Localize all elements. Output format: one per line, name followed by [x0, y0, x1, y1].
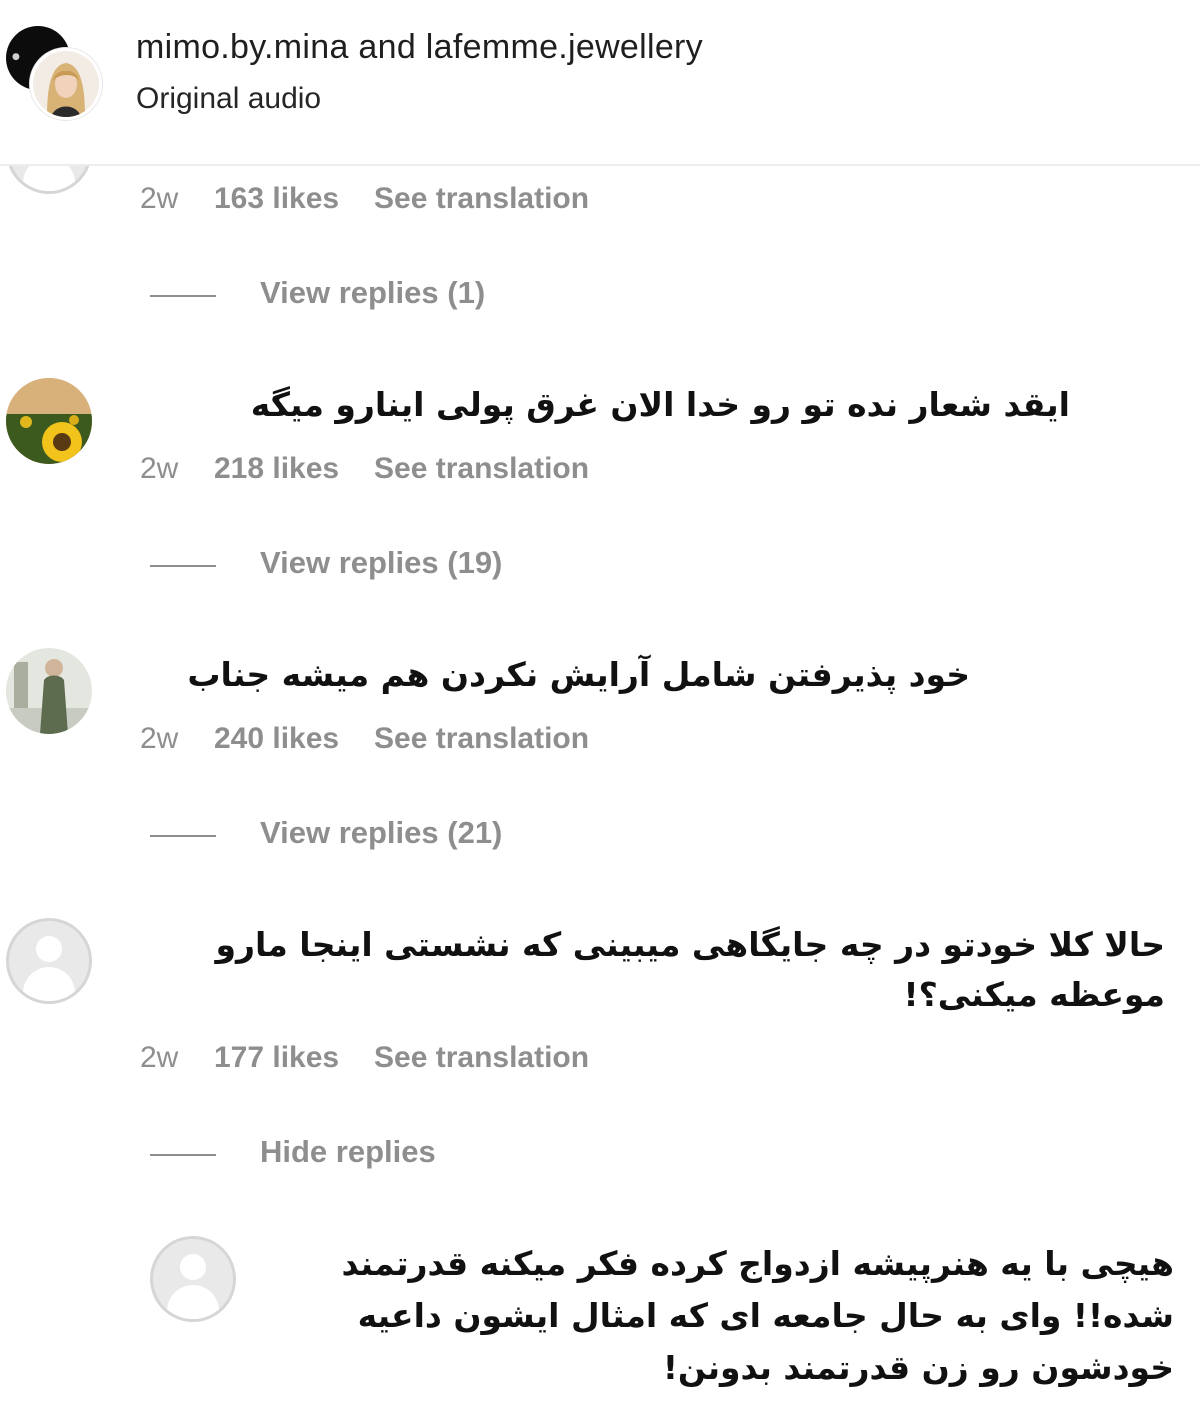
comment-text: خود پذیرفتن شامل آرایش نکردن هم میشه جنا… [187, 655, 970, 694]
person-photo-icon [6, 648, 92, 734]
replies-divider [150, 295, 216, 297]
replies-label[interactable]: Hide replies [260, 1134, 436, 1170]
comment-meta: 2w 177 likes See translation [140, 1041, 589, 1075]
comment-time: 2w [140, 722, 179, 755]
reply-avatar[interactable] [150, 1236, 236, 1322]
replies-label[interactable]: View replies (1) [260, 275, 485, 311]
sunflower-photo-icon [6, 378, 92, 464]
commenter-avatar[interactable] [6, 648, 92, 734]
comment-likes[interactable]: 218 likes [214, 452, 374, 486]
replies-label[interactable]: View replies (21) [260, 815, 502, 851]
comment-text: ایقد شعار نده تو رو خدا الان غرق پولی ای… [250, 385, 1070, 424]
comment-meta: 2w 240 likes See translation [140, 722, 589, 756]
comment-meta: 2w 163 likes See translation [140, 182, 589, 216]
comment-time: 2w [140, 452, 179, 485]
comment-meta: 2w 218 likes See translation [140, 452, 589, 486]
see-translation-link[interactable]: See translation [374, 452, 589, 486]
replies-divider [150, 835, 216, 837]
avatar-lafemme-jewellery[interactable] [30, 48, 102, 120]
comment-likes[interactable]: 177 likes [214, 1041, 374, 1075]
post-header: ● mimo.by.mina and lafemme.jewellery Ori… [0, 0, 1200, 166]
commenter-avatar[interactable] [6, 918, 92, 1004]
comment-time: 2w [140, 182, 179, 215]
see-translation-link[interactable]: See translation [374, 722, 589, 756]
see-translation-link[interactable]: See translation [374, 1041, 589, 1075]
profile-photo-icon [33, 51, 99, 117]
comment-likes[interactable]: 240 likes [214, 722, 374, 756]
reply-text: هیچی با یه هنرپیشه ازدواج کرده فکر میکنه… [341, 1244, 1174, 1387]
comment-time: 2w [140, 1041, 179, 1074]
replies-divider [150, 565, 216, 567]
collab-avatars[interactable]: ● [6, 26, 102, 120]
comment-likes[interactable]: 163 likes [214, 182, 374, 216]
comments-page: ● mimo.by.mina and lafemme.jewellery Ori… [0, 0, 1200, 1413]
see-translation-link[interactable]: See translation [374, 182, 589, 216]
commenter-avatar[interactable] [6, 378, 92, 464]
comment-text: حالا کلا خودتو در چه جایگاهی میبینی که ن… [215, 925, 1165, 1014]
replies-divider [150, 1154, 216, 1156]
replies-label[interactable]: View replies (19) [260, 545, 502, 581]
post-authors[interactable]: mimo.by.mina and lafemme.jewellery [136, 28, 703, 67]
audio-label[interactable]: Original audio [136, 82, 321, 116]
